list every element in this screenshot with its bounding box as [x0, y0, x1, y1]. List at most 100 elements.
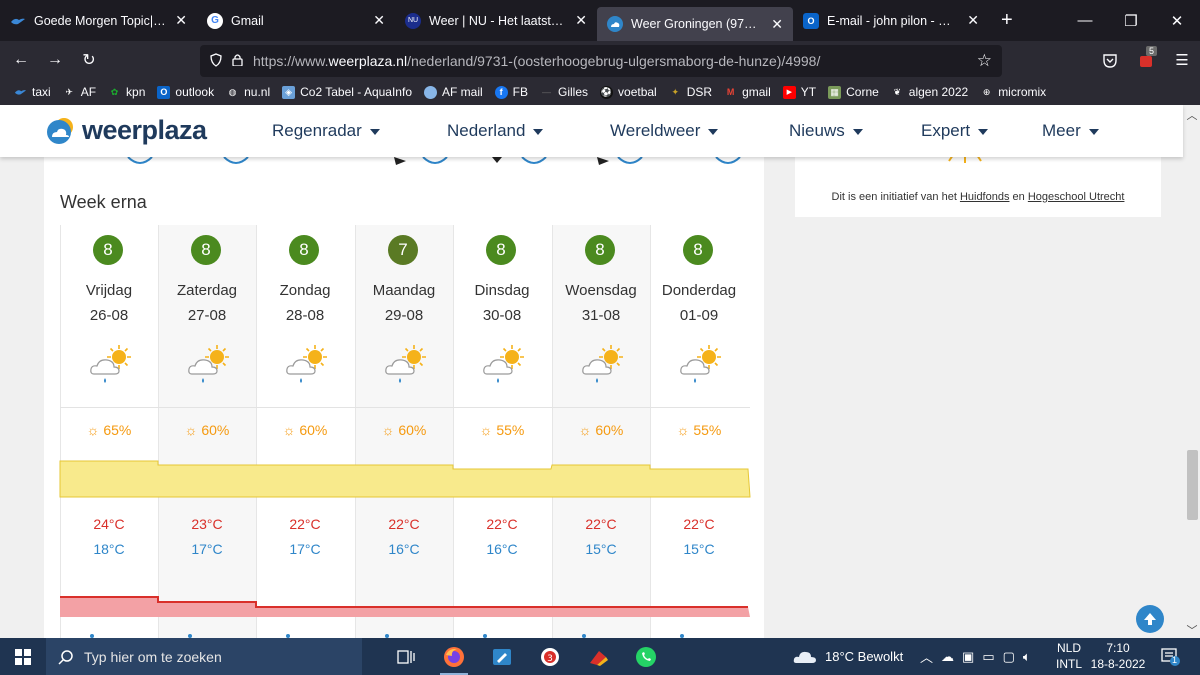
bookmark-yt[interactable]: ▶ YT	[777, 85, 822, 99]
taskbar-weather[interactable]: 18°C Bewolkt	[793, 638, 903, 675]
taskbar-clock[interactable]: 7:10 18-8-2022	[1090, 640, 1146, 672]
aqua-icon: ◈	[282, 85, 296, 99]
back-arrow-icon[interactable]: ←	[4, 45, 38, 75]
extension-badge: 5	[1146, 46, 1158, 56]
scroll-up-icon[interactable]: ︿	[1185, 107, 1199, 122]
pocket-icon[interactable]	[1092, 53, 1128, 68]
bookmark-label: algen 2022	[908, 85, 969, 99]
menu-label: Nieuws	[789, 121, 845, 140]
window-close-icon[interactable]: ✕	[1154, 0, 1200, 41]
forward-arrow-icon[interactable]: →	[38, 45, 72, 75]
ccleaner-icon[interactable]	[574, 638, 622, 675]
nu-icon: NU	[405, 12, 421, 29]
voetbal-icon: ⚽	[600, 85, 614, 99]
reload-icon[interactable]: ↻	[72, 45, 106, 75]
bookmark-gilles[interactable]: — Gilles	[534, 85, 594, 99]
chevron-down-icon	[533, 129, 544, 135]
onedrive-cloud-icon[interactable]: ☁	[941, 649, 954, 665]
outlook-icon: O	[157, 85, 171, 99]
weerplaza-logo-icon	[46, 116, 76, 146]
bookmark-outlook[interactable]: Ooutlook	[151, 85, 220, 99]
star-bookmark-icon[interactable]: ☆	[977, 51, 992, 71]
whatsapp-icon[interactable]	[622, 638, 670, 675]
close-icon[interactable]: ✕	[175, 12, 187, 29]
close-icon[interactable]: ✕	[373, 12, 385, 29]
bookmark-co2-tabel[interactable]: ◈ Co2 Tabel - AquaInfo	[276, 85, 418, 99]
bookmark-corne[interactable]: ▦ Corne	[822, 85, 885, 99]
menu-label: Regenradar	[272, 121, 362, 140]
bookmark-micromix[interactable]: ⊕ micromix	[974, 85, 1052, 99]
menu-nederland[interactable]: Nederland	[447, 105, 544, 157]
windows-taskbar: Typ hier om te zoeken 3 18°C Bewolkt ︿ ☁…	[0, 638, 1200, 675]
tab-title: Goede Morgen Topic| Pagina	[34, 13, 167, 28]
bookmark-taxi[interactable]: taxi	[8, 85, 57, 99]
bookmark-label: Gilles	[558, 85, 589, 99]
bookmark-kpn[interactable]: ✿ kpn	[102, 85, 151, 99]
restore-icon[interactable]: ❐	[1108, 0, 1154, 41]
system-tray: ︿ ☁ ▣ ▭ ▢ 🔈︎	[920, 638, 1031, 675]
minimize-icon[interactable]: —	[1062, 0, 1108, 41]
chevron-down-icon	[1088, 129, 1099, 135]
page-scrollbar[interactable]: ︿ ﹀	[1183, 105, 1200, 638]
tab-goede-morgen[interactable]: Goede Morgen Topic| Pagina ✕	[0, 0, 197, 41]
taskbar-search[interactable]: Typ hier om te zoeken	[46, 638, 362, 675]
back-to-top-button[interactable]	[1136, 605, 1164, 633]
volume-icon[interactable]: 🔈︎	[1023, 649, 1031, 665]
scrollbar-thumb[interactable]	[1187, 450, 1198, 520]
kpn-icon: ✿	[110, 86, 119, 97]
weerplaza-icon	[607, 16, 623, 32]
bookmark-algen[interactable]: ❦ algen 2022	[885, 85, 974, 99]
menu-meer[interactable]: Meer	[1042, 105, 1099, 157]
task-view-icon[interactable]	[382, 638, 430, 675]
bookmark-label: YT	[800, 85, 817, 99]
weerplaza-logo[interactable]: weerplaza	[46, 115, 207, 146]
scroll-down-icon[interactable]: ﹀	[1185, 622, 1199, 637]
google-icon: G	[207, 12, 223, 29]
url-text[interactable]: https://www.weerplaza.nl/nederland/9731-…	[253, 53, 967, 69]
input-language[interactable]: NLD INTL	[1055, 640, 1083, 672]
address-bar[interactable]: https://www.weerplaza.nl/nederland/9731-…	[200, 45, 1002, 77]
close-icon[interactable]: ✕	[967, 12, 979, 29]
bookmark-fb[interactable]: f FB	[489, 85, 534, 99]
tab-nu-weer[interactable]: NU Weer | NU - Het laatste nieuw ✕	[395, 0, 597, 41]
device-icon[interactable]: ▣	[962, 649, 974, 665]
shield-icon[interactable]	[210, 52, 222, 70]
search-icon	[58, 649, 73, 665]
bookmark-label: outlook	[175, 85, 215, 99]
bookmark-gmail[interactable]: Mgmail	[718, 85, 777, 99]
bookmark-label: DSR	[686, 85, 713, 99]
app-pen-icon[interactable]	[478, 638, 526, 675]
battery-icon[interactable]: ▭	[982, 649, 994, 665]
bookmark-nu[interactable]: ◍ nu.nl	[220, 85, 276, 99]
close-icon[interactable]: ✕	[575, 12, 587, 29]
chevron-down-icon	[852, 129, 863, 135]
bookmark-label: kpn	[126, 85, 146, 99]
bookmark-label: FB	[512, 85, 529, 99]
bookmark-voetbal[interactable]: ⚽ voetbal	[594, 85, 663, 99]
tab-title: Weer Groningen (9731) - Van	[631, 17, 763, 31]
page-viewport: weerplaza Regenradar Nederland Wereldwee…	[0, 105, 1200, 638]
tab-weer-groningen[interactable]: Weer Groningen (9731) - Van ✕	[597, 7, 793, 41]
chevron-up-icon[interactable]: ︿	[920, 647, 933, 666]
menu-expert[interactable]: Expert	[921, 105, 989, 157]
menu-nieuws[interactable]: Nieuws	[789, 105, 863, 157]
app-bird-icon[interactable]: 3	[526, 638, 574, 675]
tab-outlook[interactable]: O E-mail - john pilon - Outlook ✕	[793, 0, 989, 41]
notifications-icon[interactable]: 1	[1160, 646, 1180, 666]
menu-regenradar[interactable]: Regenradar	[272, 105, 380, 157]
bookmark-label: AF	[80, 85, 97, 99]
new-tab-plus-icon[interactable]: +	[989, 9, 1025, 32]
start-button[interactable]	[0, 638, 46, 675]
bookmark-dsr[interactable]: ✦ DSR	[663, 85, 718, 99]
lock-icon[interactable]	[232, 53, 243, 69]
extension-icon[interactable]: 5	[1128, 46, 1164, 68]
menu-wereldweer[interactable]: Wereldweer	[610, 105, 719, 157]
menu-hamburger-icon[interactable]: ☰	[1164, 51, 1200, 69]
bookmark-af-mail[interactable]: AF mail	[418, 85, 489, 99]
firefox-icon[interactable]	[430, 638, 478, 675]
network-icon[interactable]: ▢	[1003, 649, 1015, 665]
tab-gmail[interactable]: G Gmail ✕	[197, 0, 395, 41]
close-icon[interactable]: ✕	[771, 16, 783, 33]
gilles-icon: —	[542, 87, 552, 97]
bookmark-af[interactable]: ✈ AF	[57, 85, 102, 99]
